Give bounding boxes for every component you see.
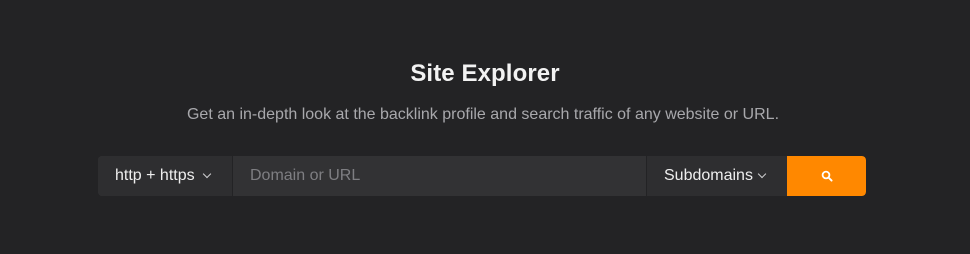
- mode-dropdown[interactable]: Subdomains: [646, 156, 787, 196]
- chevron-down-icon: [202, 169, 211, 179]
- page-subtitle: Get an in-depth look at the backlink pro…: [186, 106, 780, 123]
- chevron-down-icon: [757, 169, 767, 179]
- search-bar: http + https Subdomains: [98, 156, 866, 196]
- mode-dropdown-label: Subdomains: [664, 167, 753, 184]
- protocol-dropdown[interactable]: http + https: [98, 156, 233, 196]
- site-explorer-hero: Site Explorer Get an in-depth look at th…: [0, 0, 970, 254]
- page-title: Site Explorer: [410, 60, 560, 87]
- search-button[interactable]: [787, 156, 866, 196]
- domain-input[interactable]: [233, 156, 646, 196]
- protocol-dropdown-label: http + https: [115, 167, 195, 184]
- search-icon: [821, 170, 833, 182]
